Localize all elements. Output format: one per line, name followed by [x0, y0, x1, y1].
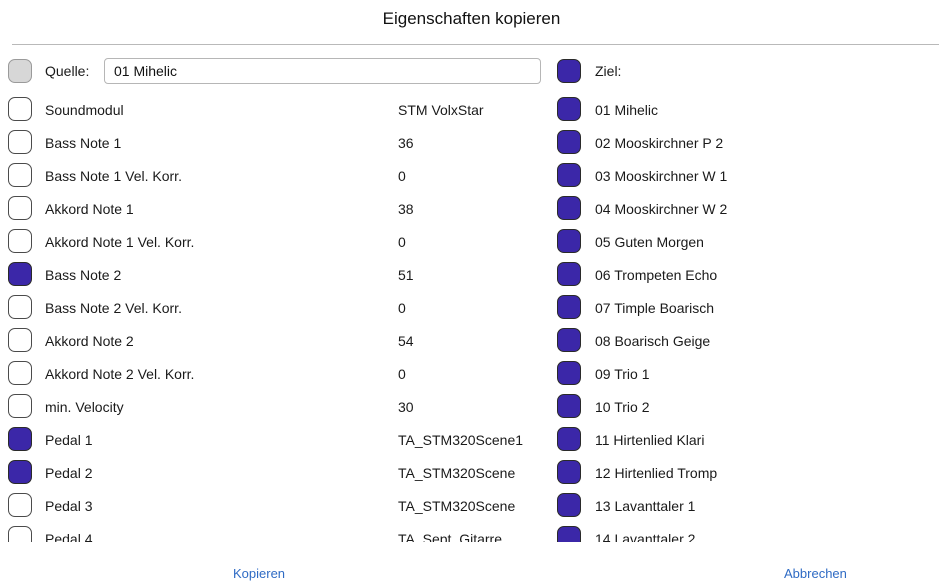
property-row: Pedal 2 TA_STM320Scene 12 Hirtenlied Tromp — [0, 458, 943, 491]
property-value: 38 — [398, 201, 414, 217]
cancel-button[interactable]: Abbrechen — [784, 566, 847, 581]
title-divider — [12, 44, 939, 45]
target-item-checkbox[interactable] — [557, 262, 581, 286]
property-row: Akkord Note 1 Vel. Korr. 0 05 Guten Morgen — [0, 227, 943, 260]
source-checkbox[interactable] — [8, 59, 32, 83]
target-item-checkbox[interactable] — [557, 328, 581, 352]
target-item-label: 10 Trio 2 — [595, 399, 650, 415]
property-label: Pedal 1 — [45, 432, 93, 448]
property-value: 0 — [398, 234, 406, 250]
copy-button[interactable]: Kopieren — [233, 566, 285, 581]
property-row: Akkord Note 1 38 04 Mooskirchner W 2 — [0, 194, 943, 227]
target-item-label: 02 Mooskirchner P 2 — [595, 135, 724, 151]
target-item-checkbox[interactable] — [557, 361, 581, 385]
dialog-title: Eigenschaften kopieren — [382, 9, 561, 28]
property-label: Pedal 4 — [45, 531, 93, 542]
property-value: TA_STM320Scene — [398, 465, 516, 481]
target-label: Ziel: — [595, 63, 622, 79]
property-value: TA_Sept_Gitarre — [398, 531, 503, 542]
property-checkbox[interactable] — [8, 526, 32, 542]
target-item-label: 14 Lavanttaler 2 — [595, 531, 696, 542]
property-checkbox[interactable] — [8, 295, 32, 319]
property-value: 30 — [398, 399, 414, 415]
target-item-label: 06 Trompeten Echo — [595, 267, 718, 283]
property-label: Akkord Note 1 — [45, 201, 134, 217]
property-label: Akkord Note 2 Vel. Korr. — [45, 366, 195, 382]
target-item-checkbox[interactable] — [557, 163, 581, 187]
property-row: Akkord Note 2 Vel. Korr. 0 09 Trio 1 — [0, 359, 943, 392]
property-list[interactable]: Soundmodul STM VolxStar 01 Mihelic Bass Not… — [0, 95, 943, 542]
source-label: Quelle: — [45, 63, 90, 79]
property-value: 36 — [398, 135, 414, 151]
property-label: Pedal 3 — [45, 498, 93, 514]
target-item-checkbox[interactable] — [557, 460, 581, 484]
target-item-checkbox[interactable] — [557, 394, 581, 418]
property-checkbox[interactable] — [8, 427, 32, 451]
target-item-label: 09 Trio 1 — [595, 366, 650, 382]
property-label: Akkord Note 1 Vel. Korr. — [45, 234, 195, 250]
target-item-label: 13 Lavanttaler 1 — [595, 498, 696, 514]
property-row: Bass Note 2 Vel. Korr. 0 07 Timple Boarisc… — [0, 293, 943, 326]
target-item-label: 07 Timple Boarisch — [595, 300, 715, 316]
property-checkbox[interactable] — [8, 163, 32, 187]
target-item-label: 05 Guten Morgen — [595, 234, 704, 250]
property-value: TA_STM320Scene1 — [398, 432, 524, 448]
target-item-checkbox[interactable] — [557, 526, 581, 542]
property-row: Akkord Note 2 54 08 Boarisch Geige — [0, 326, 943, 359]
property-row: Bass Note 1 Vel. Korr. 0 03 Mooskirchner W… — [0, 161, 943, 194]
target-item-label: 01 Mihelic — [595, 102, 659, 118]
property-checkbox[interactable] — [8, 328, 32, 352]
property-label: Bass Note 1 — [45, 135, 122, 151]
target-item-checkbox[interactable] — [557, 229, 581, 253]
target-item-label: 11 Hirtenlied Klari — [595, 432, 705, 448]
property-value: STM VolxStar — [398, 102, 484, 118]
property-checkbox[interactable] — [8, 361, 32, 385]
property-checkbox[interactable] — [8, 130, 32, 154]
property-label: Akkord Note 2 — [45, 333, 134, 349]
property-row: Bass Note 1 36 02 Mooskirchner P 2 — [0, 128, 943, 161]
property-value: 51 — [398, 267, 414, 283]
property-value: 0 — [398, 300, 406, 316]
property-label: Bass Note 2 Vel. Korr. — [45, 300, 182, 316]
property-checkbox[interactable] — [8, 97, 32, 121]
source-input[interactable]: 01 Mihelic — [104, 58, 541, 84]
target-item-checkbox[interactable] — [557, 493, 581, 517]
property-checkbox[interactable] — [8, 460, 32, 484]
target-checkbox[interactable] — [557, 59, 581, 83]
property-value: TA_STM320Scene — [398, 498, 516, 514]
target-item-label: 08 Boarisch Geige — [595, 333, 711, 349]
property-row: Pedal 4 TA_Sept_Gitarre 14 Lavanttaler 2 — [0, 524, 943, 542]
target-item-label: 12 Hirtenlied Tromp — [595, 465, 718, 481]
property-row: Soundmodul STM VolxStar 01 Mihelic — [0, 95, 943, 128]
property-checkbox[interactable] — [8, 196, 32, 220]
property-label: Bass Note 2 — [45, 267, 122, 283]
property-label: min. Velocity — [45, 399, 124, 415]
target-item-checkbox[interactable] — [557, 295, 581, 319]
property-checkbox[interactable] — [8, 262, 32, 286]
property-row: Pedal 1 TA_STM320Scene1 11 Hirtenlied Klar… — [0, 425, 943, 458]
property-row: min. Velocity 30 10 Trio 2 — [0, 392, 943, 425]
property-value: 0 — [398, 168, 406, 184]
property-value: 54 — [398, 333, 414, 349]
target-item-checkbox[interactable] — [557, 97, 581, 121]
property-label: Bass Note 1 Vel. Korr. — [45, 168, 182, 184]
property-label: Pedal 2 — [45, 465, 93, 481]
property-checkbox[interactable] — [8, 229, 32, 253]
property-row: Bass Note 2 51 06 Trompeten Echo — [0, 260, 943, 293]
target-item-checkbox[interactable] — [557, 427, 581, 451]
property-checkbox[interactable] — [8, 394, 32, 418]
property-value: 0 — [398, 366, 406, 382]
target-item-label: 03 Mooskirchner W 1 — [595, 168, 728, 184]
target-item-checkbox[interactable] — [557, 130, 581, 154]
property-row: Pedal 3 TA_STM320Scene 13 Lavanttaler 1 — [0, 491, 943, 524]
property-label: Soundmodul — [45, 102, 124, 118]
target-item-checkbox[interactable] — [557, 196, 581, 220]
target-item-label: 04 Mooskirchner W 2 — [595, 201, 728, 217]
property-checkbox[interactable] — [8, 493, 32, 517]
